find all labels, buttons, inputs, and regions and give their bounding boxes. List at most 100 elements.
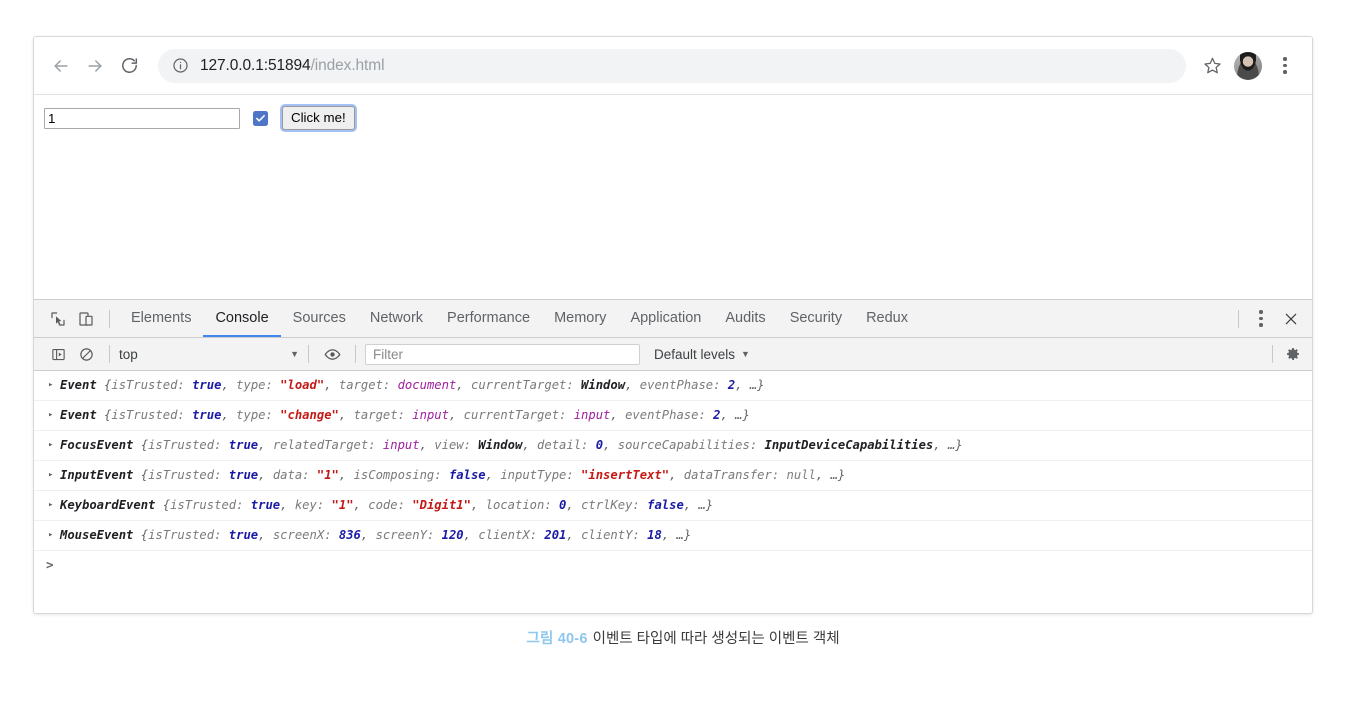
click-me-button[interactable]: Click me!: [282, 106, 355, 130]
figure-caption: 그림 40-6 이벤트 타입에 따라 생성되는 이벤트 객체: [0, 627, 1366, 648]
tab-application[interactable]: Application: [618, 300, 713, 337]
execution-context-select[interactable]: top ▼: [119, 343, 299, 365]
filter-input[interactable]: [365, 343, 640, 365]
token-punc: ,: [360, 528, 376, 542]
expand-arrow-icon[interactable]: ▸: [48, 405, 53, 426]
token-key: target:: [338, 378, 398, 392]
tab-sources[interactable]: Sources: [281, 300, 358, 337]
expand-arrow-icon[interactable]: ▸: [48, 525, 53, 546]
token-ref: input: [412, 408, 449, 422]
token-bool: true: [228, 528, 259, 542]
back-button[interactable]: [44, 49, 78, 83]
token-key: clientY:: [581, 528, 648, 542]
prompt-symbol: >: [46, 557, 54, 572]
console-message[interactable]: ▸ KeyboardEvent {isTrusted: true, key: "1…: [34, 491, 1312, 521]
token-punc: , …}: [720, 408, 750, 422]
token-key: eventPhase:: [639, 378, 728, 392]
token-key: screenX:: [272, 528, 339, 542]
close-icon: [1285, 313, 1297, 324]
gear-icon: [1287, 348, 1299, 360]
console-message[interactable]: ▸ Event {isTrusted: true, type: "load", t…: [34, 371, 1312, 401]
token-nul: null: [786, 468, 816, 482]
address-bar[interactable]: 127.0.0.1:51894/index.html: [158, 48, 1186, 83]
expand-arrow-icon[interactable]: ▸: [48, 375, 53, 396]
chevron-down-icon: ▼: [290, 349, 299, 359]
token-cls: KeyboardEvent: [60, 498, 156, 512]
log-levels-select[interactable]: Default levels ▼: [654, 347, 750, 362]
console-sidebar-button[interactable]: [44, 340, 72, 368]
token-punc: , …}: [735, 378, 765, 392]
browser-toolbar: 127.0.0.1:51894/index.html: [34, 37, 1312, 95]
expand-arrow-icon[interactable]: ▸: [48, 465, 53, 486]
token-punc: ,: [338, 408, 354, 422]
tab-elements[interactable]: Elements: [119, 300, 203, 337]
info-circle-icon[interactable]: [172, 57, 189, 74]
console-message-text: Event {isTrusted: true, type: "load", ta…: [60, 378, 765, 392]
tab-network[interactable]: Network: [358, 300, 435, 337]
token-ref: document: [397, 378, 457, 392]
console-message[interactable]: ▸ Event {isTrusted: true, type: "change",…: [34, 401, 1312, 431]
tab-memory[interactable]: Memory: [542, 300, 618, 337]
console-message-text: FocusEvent {isTrusted: true, relatedTarg…: [60, 438, 963, 452]
token-punc: ,: [603, 438, 618, 452]
token-key: key:: [294, 498, 332, 512]
token-key: isTrusted:: [148, 468, 229, 482]
live-expression-button[interactable]: [318, 340, 346, 368]
text-input[interactable]: [44, 107, 240, 129]
console-message[interactable]: ▸ MouseEvent {isTrusted: true, screenX: 8…: [34, 521, 1312, 551]
token-bool: false: [647, 498, 684, 512]
token-key: isTrusted:: [148, 438, 229, 452]
avatar[interactable]: [1234, 51, 1262, 80]
expand-arrow-icon[interactable]: ▸: [48, 435, 53, 456]
browser-menu-button[interactable]: [1272, 51, 1298, 81]
token-num: 18: [647, 528, 662, 542]
token-punc: ,: [221, 408, 237, 422]
bookmark-button[interactable]: [1196, 50, 1228, 82]
tab-security[interactable]: Security: [778, 300, 854, 337]
token-str: "insertText": [581, 468, 670, 482]
token-punc: ,: [448, 408, 464, 422]
token-str: "change": [280, 408, 339, 422]
token-bool: true: [192, 378, 222, 392]
checkbox[interactable]: [253, 110, 268, 126]
inspect-element-button[interactable]: [44, 305, 72, 333]
console-message[interactable]: ▸ InputEvent {isTrusted: true, data: "1",…: [34, 461, 1312, 491]
token-punc: ,: [419, 438, 435, 452]
expand-arrow-icon[interactable]: ▸: [48, 495, 53, 516]
token-punc: , …}: [683, 498, 714, 512]
tabbar-right-divider: [1238, 309, 1239, 328]
token-ref: input: [573, 408, 611, 422]
console-message-text: KeyboardEvent {isTrusted: true, key: "1"…: [60, 498, 713, 512]
eye-icon: [324, 348, 340, 360]
token-key: inputType:: [500, 468, 582, 482]
chevron-down-icon-levels: ▼: [741, 349, 750, 359]
device-toolbar-button[interactable]: [72, 305, 100, 333]
console-toolbar-divider-2: [308, 345, 309, 363]
devtools-close-button[interactable]: [1278, 306, 1304, 332]
token-punc: , …}: [815, 468, 846, 482]
tab-console[interactable]: Console: [203, 300, 281, 337]
device-toolbar-icon: [79, 311, 93, 326]
devtools-more-button[interactable]: [1248, 304, 1274, 334]
tab-audits[interactable]: Audits: [713, 300, 777, 337]
console-message-text: MouseEvent {isTrusted: true, screenX: 83…: [60, 528, 691, 542]
tab-performance[interactable]: Performance: [435, 300, 542, 337]
forward-button[interactable]: [78, 49, 112, 83]
token-key: data:: [272, 468, 317, 482]
console-prompt[interactable]: >: [34, 551, 1312, 578]
figure-caption-text: 이벤트 타입에 따라 생성되는 이벤트 객체: [592, 631, 840, 647]
tab-redux[interactable]: Redux: [854, 300, 920, 337]
url-path: /index.html: [310, 56, 385, 74]
token-key: location:: [485, 498, 560, 512]
token-key: isTrusted:: [170, 498, 251, 512]
token-objref: Window: [581, 378, 626, 392]
console-message[interactable]: ▸ FocusEvent {isTrusted: true, relatedTar…: [34, 431, 1312, 461]
token-bool: false: [448, 468, 486, 482]
devtools-settings-button[interactable]: [1282, 343, 1304, 365]
reload-button[interactable]: [112, 49, 146, 83]
token-punc: ,: [485, 468, 501, 482]
token-punc: {: [133, 468, 149, 482]
token-punc: , …}: [933, 438, 963, 452]
token-key: isComposing:: [353, 468, 449, 482]
clear-console-button[interactable]: [72, 340, 100, 368]
